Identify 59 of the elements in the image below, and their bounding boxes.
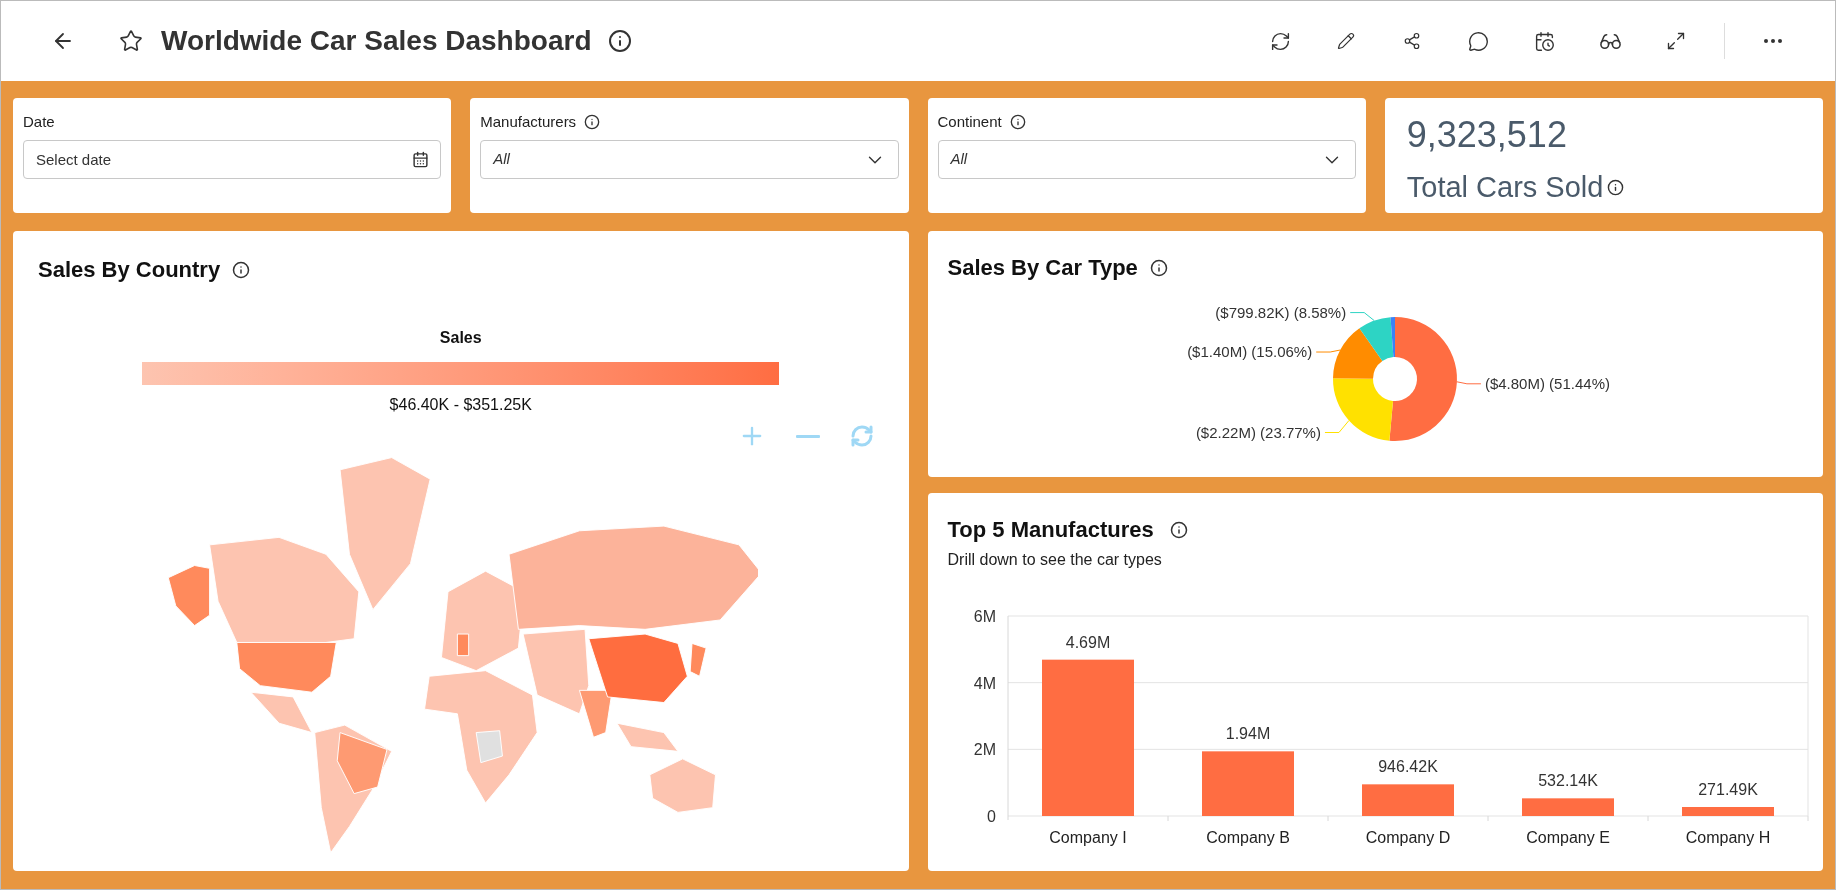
donut-slice[interactable] — [1390, 317, 1395, 358]
legend-title: Sales — [439, 328, 482, 348]
speech-bubble-icon — [1467, 30, 1489, 52]
info-icon — [607, 29, 632, 53]
axis-tick-label: 2M — [973, 741, 996, 759]
slice-label: ($799.82K) (8.58%) — [1214, 303, 1346, 321]
donut-slice[interactable] — [1358, 317, 1393, 361]
reset-button[interactable] — [849, 424, 874, 448]
leader-line — [1349, 312, 1375, 322]
kpi-label: Total Cars Sold — [1406, 170, 1604, 205]
bar-value-label: 532.14K — [1537, 772, 1598, 790]
refresh-icon — [1269, 30, 1291, 52]
dashboard-title: Worldwide Car Sales Dashboard — [161, 24, 592, 58]
leader-line — [1315, 349, 1341, 353]
filter-label: Date — [23, 111, 55, 132]
bar-value-label: 271.49K — [1697, 781, 1758, 798]
dropdown-field[interactable]: All — [480, 140, 899, 179]
info-icon — [1169, 520, 1188, 539]
axis-tick-label: 0 — [986, 808, 996, 825]
donut-slice[interactable] — [1332, 328, 1382, 379]
date-field[interactable]: Select date — [23, 140, 442, 179]
card-title: Top 5 Manufactures — [947, 516, 1154, 544]
refresh-icon — [849, 424, 874, 448]
calendar-icon — [412, 151, 430, 168]
slice-label: ($1.40M) (15.06%) — [1186, 343, 1312, 360]
bar-value-label: 946.42K — [1377, 758, 1438, 776]
category-label: Company D — [1365, 829, 1450, 846]
axis-tick-label: 4M — [973, 674, 996, 692]
info-icon — [1607, 179, 1625, 197]
bar-value-label: 1.94M — [1225, 725, 1270, 743]
minus-icon — [795, 434, 820, 438]
slice-label: ($4.80M) (51.44%) — [1484, 374, 1610, 392]
donut-slice[interactable] — [1332, 378, 1393, 441]
filter-label: Manufacturers — [480, 111, 577, 132]
category-label: Company H — [1685, 829, 1770, 846]
dropdown-field[interactable]: All — [937, 140, 1356, 179]
info-icon — [1149, 258, 1168, 277]
kpi-value: 9,323,512 — [1406, 113, 1568, 157]
share-icon — [1403, 32, 1421, 50]
axis-tick-label: 6M — [973, 608, 996, 625]
card-title: Sales By Country — [38, 256, 221, 284]
bar-value-label: 4.69M — [1065, 633, 1110, 651]
category-label: Company I — [1048, 829, 1127, 846]
category-label: Company E — [1525, 829, 1610, 846]
card-title: Sales By Car Type — [947, 254, 1138, 282]
card-subtitle: Drill down to see the car types — [947, 550, 1163, 570]
leader-line — [1455, 381, 1481, 385]
expand-icon — [1666, 31, 1686, 51]
leader-line — [1323, 420, 1349, 433]
star-icon — [119, 29, 143, 53]
category-label: Company B — [1205, 829, 1290, 846]
pencil-icon — [1337, 32, 1355, 50]
filter-label: Continent — [937, 111, 1002, 132]
calendar-clock-icon — [1533, 30, 1555, 52]
info-icon — [232, 260, 251, 279]
donut-slice[interactable] — [1388, 317, 1457, 441]
slice-label: ($2.22M) (23.77%) — [1195, 423, 1321, 441]
legend-range: $46.40K - $351.25K — [389, 395, 532, 415]
more-icon — [1764, 39, 1782, 43]
